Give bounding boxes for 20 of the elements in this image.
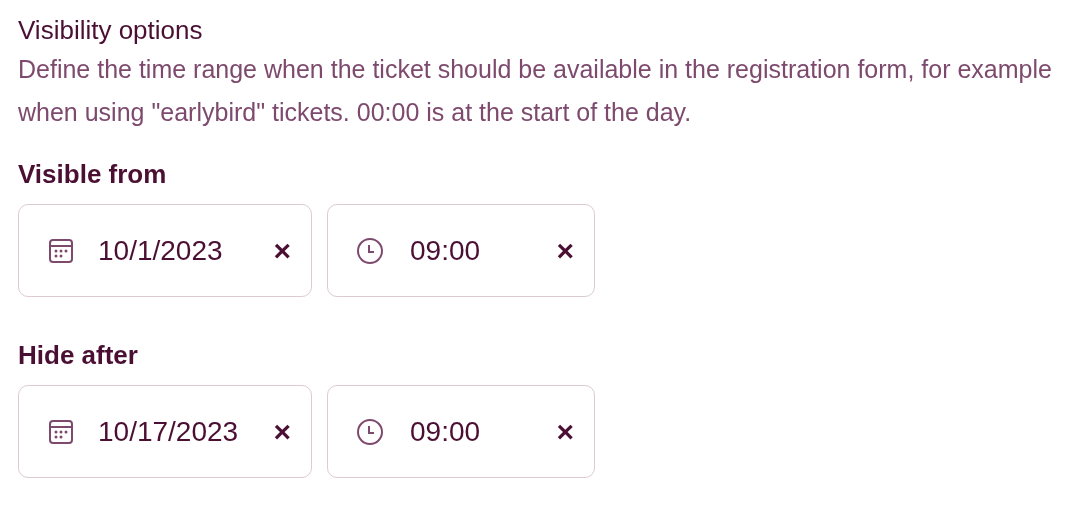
clear-button[interactable]: × [273, 235, 291, 266]
time-field[interactable]: 09:00 × [327, 385, 595, 478]
field-value: 10/1/2023 [98, 233, 223, 268]
clear-button[interactable]: × [556, 416, 574, 447]
clock-icon [356, 417, 384, 446]
date-field[interactable]: 10/17/2023 × [18, 385, 312, 478]
section-title: Visibility options [18, 14, 204, 47]
time-field[interactable]: 09:00 × [327, 204, 595, 297]
field-value: 09:00 [410, 414, 481, 449]
calendar-icon [47, 236, 75, 265]
field-value: 09:00 [410, 233, 481, 268]
calendar-icon [47, 417, 75, 446]
section-description: Define the time range when the ticket should be available in the registration form, for example when using "earlybird" tickets. 00:00 is at the start of the day. [18, 54, 1053, 128]
clear-button[interactable]: × [273, 416, 291, 447]
clear-button[interactable]: × [556, 235, 574, 266]
field-value: 10/17/2023 [98, 414, 239, 449]
clock-icon [356, 236, 384, 265]
field-label: Hide after [18, 339, 139, 372]
date-field[interactable]: 10/1/2023 × [18, 204, 312, 297]
field-label: Visible from [18, 158, 168, 191]
